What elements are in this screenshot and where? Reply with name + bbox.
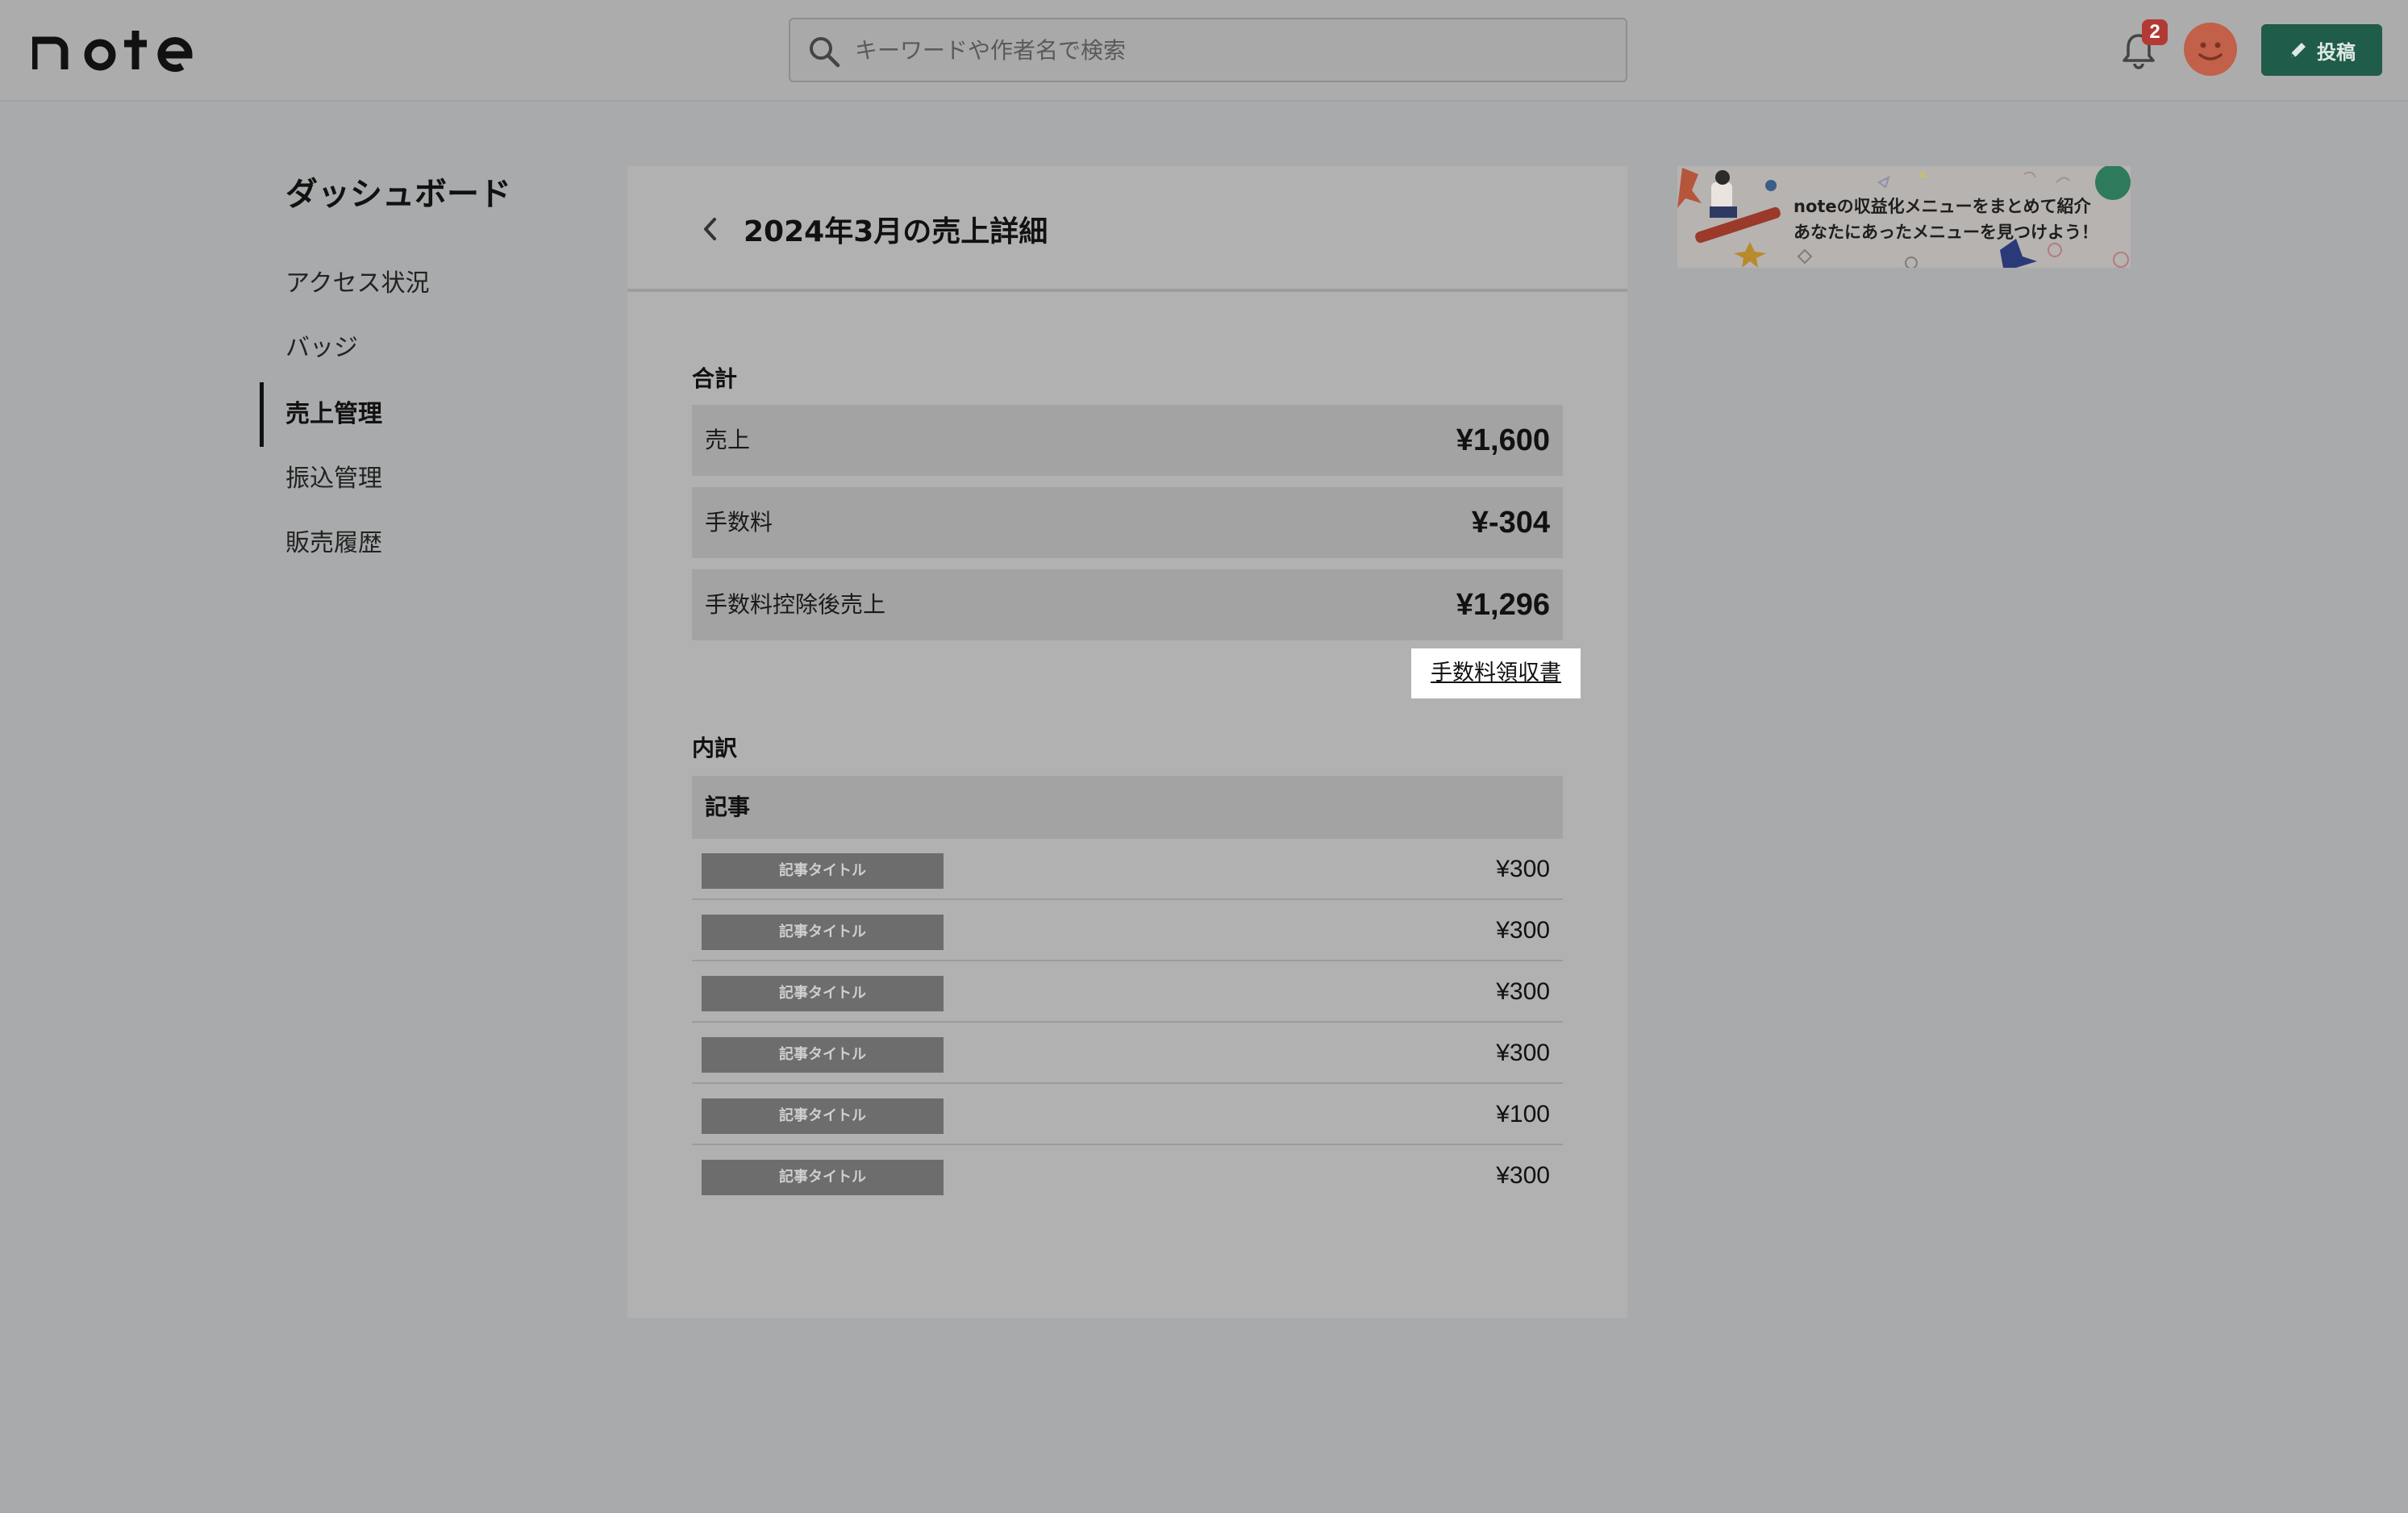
article-title[interactable]: 記事タイトル <box>702 976 944 1011</box>
avatar[interactable] <box>2184 23 2237 76</box>
table-row: 記事タイトル ¥300 <box>692 839 1563 900</box>
summary-row-sales: 売上 ¥1,600 <box>692 405 1563 476</box>
sidebar-item-access[interactable]: アクセス状況 <box>285 252 592 316</box>
total-section-label: 合計 <box>692 365 738 392</box>
notification-badge: 2 <box>2142 19 2168 45</box>
summary-row-fee: 手数料 ¥-304 <box>692 487 1563 558</box>
summary-label: 手数料控除後売上 <box>705 591 886 618</box>
table-row: 記事タイトル ¥300 <box>692 900 1563 961</box>
sales-detail-panel: 2024年3月の売上詳細 合計 売上 ¥1,600 手数料 ¥-304 手数料控… <box>627 166 1627 1318</box>
chevron-left-icon[interactable] <box>698 215 721 244</box>
panel-header: 2024年3月の売上詳細 <box>627 166 1627 292</box>
summary-label: 手数料 <box>705 509 773 536</box>
summary-label: 売上 <box>705 427 751 453</box>
article-title[interactable]: 記事タイトル <box>702 915 944 950</box>
sidebar-item-transfers[interactable]: 振込管理 <box>285 447 592 511</box>
note-logo[interactable] <box>32 23 194 74</box>
search-input[interactable] <box>855 19 1613 81</box>
sidebar-item-sales-history[interactable]: 販売履歴 <box>285 511 592 576</box>
article-title[interactable]: 記事タイトル <box>702 1098 944 1134</box>
banner-text-line1: noteの収益化メニューをまとめて紹介 <box>1794 197 2091 216</box>
article-price: ¥300 <box>1496 917 1550 944</box>
table-row: 記事タイトル ¥300 <box>692 961 1563 1023</box>
sidebar-title: ダッシュボード <box>285 176 511 213</box>
article-price: ¥300 <box>1496 978 1550 1005</box>
banner-text-line2: あなたにあったメニューを見つけよう！ <box>1794 223 2098 242</box>
sidebar-item-badges[interactable]: バッジ <box>285 316 592 381</box>
search-box[interactable] <box>789 18 1627 82</box>
breakdown-section-label: 内訳 <box>692 735 738 761</box>
article-price: ¥300 <box>1496 856 1550 882</box>
top-header: 2 投稿 <box>0 0 2408 102</box>
article-title[interactable]: 記事タイトル <box>702 1037 944 1073</box>
summary-value: ¥1,296 <box>1456 588 1550 622</box>
article-price: ¥300 <box>1496 1162 1550 1189</box>
smile-icon <box>2198 42 2223 60</box>
article-title[interactable]: 記事タイトル <box>702 853 944 889</box>
search-icon <box>810 37 840 68</box>
summary-value: ¥1,600 <box>1456 423 1550 457</box>
table-row: 記事タイトル ¥300 <box>692 1145 1563 1207</box>
post-button-label: 投稿 <box>2317 40 2356 64</box>
pencil-icon <box>2291 43 2306 57</box>
page-title: 2024年3月の売上詳細 <box>744 215 1048 248</box>
sidebar-active-indicator <box>260 382 264 447</box>
table-row: 記事タイトル ¥100 <box>692 1084 1563 1145</box>
table-row: 記事タイトル ¥300 <box>692 1023 1563 1084</box>
fee-receipt-link[interactable]: 手数料領収書 <box>1411 648 1581 698</box>
article-title[interactable]: 記事タイトル <box>702 1160 944 1195</box>
article-price: ¥300 <box>1496 1040 1550 1066</box>
sidebar-item-sales[interactable]: 売上管理 <box>285 382 592 447</box>
breakdown-category-header: 記事 <box>692 776 1563 839</box>
summary-value: ¥-304 <box>1471 506 1550 540</box>
post-button[interactable]: 投稿 <box>2261 24 2382 76</box>
article-price: ¥100 <box>1496 1101 1550 1127</box>
breakdown-category-label: 記事 <box>705 794 751 820</box>
monetization-banner[interactable]: noteの収益化メニューをまとめて紹介 あなたにあったメニューを見つけよう！ <box>1677 166 2131 268</box>
summary-row-net-sales: 手数料控除後売上 ¥1,296 <box>692 569 1563 640</box>
